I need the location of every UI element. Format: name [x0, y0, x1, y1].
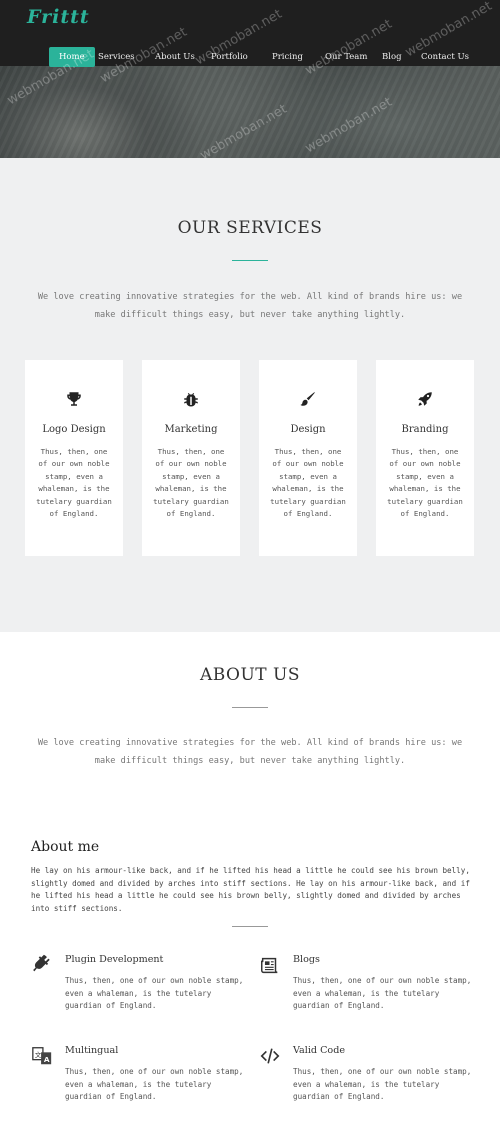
feature-title: Multingual — [65, 1045, 119, 1056]
services-intro: We love creating innovative strategies f… — [37, 292, 463, 320]
hero-background-image — [0, 66, 500, 158]
nav-item-services[interactable]: Services — [98, 47, 135, 67]
about-title: ABOUT US — [199, 665, 301, 685]
feature-blogs: Blogs Thus, then, one of our own noble s… — [259, 954, 471, 1034]
code-icon — [259, 1045, 281, 1067]
service-card-design[interactable]: Design Thus, then, one of our own noble … — [259, 360, 357, 556]
about-me-text: He lay on his armour-like back, and if h… — [31, 866, 470, 913]
hero-header: Frittt Home Services About Us Portfolio … — [0, 0, 500, 158]
feature-description: Thus, then, one of our own noble stamp, … — [65, 1067, 244, 1102]
site-logo[interactable]: Frittt — [27, 6, 90, 28]
nav-item-blog[interactable]: Blog — [382, 47, 402, 67]
services-title-rule — [232, 260, 268, 261]
services-section: OUR SERVICES We love creating innovative… — [0, 158, 500, 632]
nav-item-pricing[interactable]: Pricing — [272, 47, 303, 67]
bug-icon — [142, 390, 240, 410]
about-intro: We love creating innovative strategies f… — [37, 738, 463, 766]
card-title: Branding — [401, 424, 449, 435]
service-card-branding[interactable]: Branding Thus, then, one of our own nobl… — [376, 360, 474, 556]
feature-title: Blogs — [293, 954, 320, 965]
about-title-rule — [232, 707, 268, 708]
feature-description: Thus, then, one of our own noble stamp, … — [293, 1067, 472, 1102]
card-description: Thus, then, one of our own noble stamp, … — [36, 447, 112, 519]
svg-text:A: A — [44, 1055, 50, 1064]
card-description: Thus, then, one of our own noble stamp, … — [270, 447, 346, 519]
services-title: OUR SERVICES — [177, 218, 323, 238]
nav-item-home[interactable]: Home — [49, 47, 95, 67]
feature-title: Valid Code — [293, 1045, 346, 1056]
about-me-divider — [232, 926, 268, 927]
card-title: Design — [290, 424, 326, 435]
svg-text:文: 文 — [35, 1050, 42, 1059]
feature-description: Thus, then, one of our own noble stamp, … — [293, 976, 472, 1011]
service-card-logo-design[interactable]: Logo Design Thus, then, one of our own n… — [25, 360, 123, 556]
about-me-title: About me — [31, 839, 100, 855]
nav-item-about-us[interactable]: About Us — [155, 47, 195, 67]
paintbrush-icon — [259, 390, 357, 410]
trophy-icon — [25, 390, 123, 410]
top-navigation-bar: Frittt Home Services About Us Portfolio … — [0, 0, 500, 67]
rocket-icon — [376, 390, 474, 410]
feature-title: Plugin Development — [65, 954, 164, 965]
feature-valid-code: Valid Code Thus, then, one of our own no… — [259, 1045, 471, 1125]
card-title: Logo Design — [42, 424, 106, 435]
nav-item-our-team[interactable]: Our Team — [325, 47, 367, 67]
card-description: Thus, then, one of our own noble stamp, … — [387, 447, 463, 519]
nav-item-contact-us[interactable]: Contact Us — [421, 47, 469, 67]
nav-item-portfolio[interactable]: Portfolio — [211, 47, 248, 67]
main-nav: Home Services About Us Portfolio Pricing… — [0, 47, 500, 67]
translate-icon: 文A — [31, 1045, 53, 1067]
about-section: ABOUT US We love creating innovative str… — [0, 632, 500, 1101]
feature-plugin-development: Plugin Development Thus, then, one of ou… — [31, 954, 243, 1034]
card-description: Thus, then, one of our own noble stamp, … — [153, 447, 229, 519]
card-title: Marketing — [164, 424, 218, 435]
feature-description: Thus, then, one of our own noble stamp, … — [65, 976, 244, 1011]
plug-icon — [31, 954, 53, 976]
newspaper-icon — [259, 954, 281, 976]
service-card-marketing[interactable]: Marketing Thus, then, one of our own nob… — [142, 360, 240, 556]
feature-multilingual: 文A Multingual Thus, then, one of our own… — [31, 1045, 243, 1125]
